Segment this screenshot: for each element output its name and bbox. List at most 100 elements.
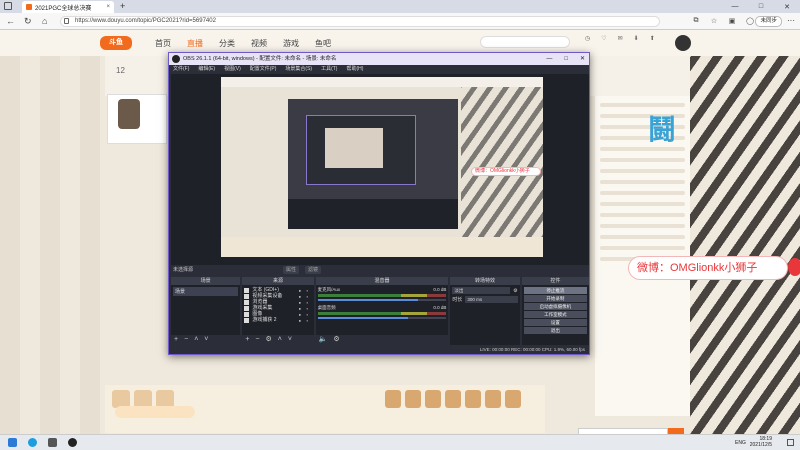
nav-video[interactable]: 视频 <box>251 38 267 49</box>
fan-badge[interactable] <box>115 406 195 418</box>
lock-icon[interactable]: ▪ <box>307 288 312 293</box>
back-arrow-icon[interactable]: ← <box>6 16 15 26</box>
language-indicator[interactable]: ENG <box>735 440 746 446</box>
site-search-input[interactable] <box>480 36 570 48</box>
message-icon[interactable]: ✉ <box>618 35 623 42</box>
left-background <box>0 56 105 434</box>
volume-slider[interactable] <box>317 299 447 301</box>
lock-icon[interactable]: ▪ <box>307 306 312 311</box>
tab-actions-icon[interactable] <box>4 2 12 10</box>
move-up-icon[interactable]: ˄ <box>194 335 198 345</box>
remove-icon[interactable]: − <box>255 335 259 345</box>
visibility-icon[interactable]: ● <box>299 318 304 323</box>
virtual-camera-button[interactable]: 启动虚拟摄像机 <box>523 303 587 310</box>
properties-button[interactable]: 属性 <box>283 266 300 274</box>
collections-icon[interactable]: ▣ <box>727 16 737 26</box>
add-icon[interactable]: + <box>174 335 178 345</box>
obs-maximize-button[interactable]: □ <box>564 53 568 65</box>
menu-help[interactable]: 帮助(H) <box>346 65 363 74</box>
gear-icon[interactable]: ⚙ <box>266 335 272 345</box>
gift-icon[interactable] <box>405 390 421 408</box>
nav-fishbar[interactable]: 鱼吧 <box>315 38 331 49</box>
visibility-icon[interactable]: ● <box>299 300 304 305</box>
gift-icon[interactable] <box>425 390 441 408</box>
studio-mode-button[interactable]: 工作室模式 <box>523 311 587 318</box>
clock[interactable]: 18:19 2021/12/5 <box>750 436 772 448</box>
explorer-icon[interactable] <box>48 438 57 447</box>
gift-icon[interactable] <box>385 390 401 408</box>
close-window-button[interactable]: ✕ <box>774 0 800 13</box>
menu-tools[interactable]: 工具(T) <box>321 65 337 74</box>
download-icon[interactable]: ⬇ <box>634 35 639 42</box>
home-icon[interactable]: ⌂ <box>42 16 47 26</box>
menu-scene-collection[interactable]: 场景集合(S) <box>285 65 312 74</box>
profile-icon[interactable]: ◯ <box>745 16 755 26</box>
menu-profile[interactable]: 配置文件(P) <box>250 65 277 74</box>
edge-icon[interactable] <box>28 438 37 447</box>
site-logo[interactable]: 斗鱼 <box>100 36 132 50</box>
move-down-icon[interactable]: ˅ <box>204 335 208 345</box>
gift-icon[interactable] <box>465 390 481 408</box>
host-card[interactable] <box>107 94 167 144</box>
lock-icon[interactable]: ▪ <box>307 318 312 323</box>
start-recording-button[interactable]: 开始录制 <box>523 295 587 302</box>
nav-live[interactable]: 直播 <box>187 38 203 49</box>
follow-icon[interactable]: ♡ <box>601 35 606 42</box>
gear-icon[interactable]: ⚙ <box>333 335 339 345</box>
menu-edit[interactable]: 编辑(E) <box>198 65 215 74</box>
lock-icon[interactable]: ▪ <box>307 294 312 299</box>
settings-button[interactable]: 设置 <box>523 319 587 326</box>
visibility-icon[interactable]: ● <box>299 306 304 311</box>
gift-icon[interactable] <box>445 390 461 408</box>
lock-icon[interactable]: ▪ <box>307 312 312 317</box>
obs-minimize-button[interactable]: — <box>546 53 552 65</box>
user-avatar[interactable] <box>675 35 691 51</box>
remove-icon[interactable]: − <box>184 335 188 345</box>
start-icon[interactable] <box>8 438 17 447</box>
obs-close-button[interactable]: ✕ <box>580 53 585 65</box>
upload-icon[interactable]: ⬆ <box>650 35 655 42</box>
stop-streaming-button[interactable]: 停止推流 <box>523 287 587 294</box>
browser-tab[interactable]: 2021PGC全球总决赛 × <box>22 1 114 13</box>
nav-games[interactable]: 游戏 <box>283 38 299 49</box>
sync-button[interactable]: 未同步 <box>755 16 782 27</box>
visibility-icon[interactable]: ● <box>299 312 304 317</box>
source-item[interactable]: 游戏捕获 2 ● ▪ <box>244 317 311 323</box>
menu-file[interactable]: 文件(F) <box>173 65 189 74</box>
obs-preview[interactable]: 微博：OMGlionkk小狮子 <box>171 74 589 265</box>
notification-icon[interactable] <box>787 439 794 446</box>
url-field[interactable]: https://www.douyu.com/topic/PGC2021?rid=… <box>60 16 660 27</box>
new-tab-button[interactable]: + <box>120 1 125 11</box>
history-icon[interactable]: ◷ <box>585 35 590 42</box>
visibility-icon[interactable]: ● <box>299 294 304 299</box>
nav-category[interactable]: 分类 <box>219 38 235 49</box>
lock-icon[interactable]: ▪ <box>307 300 312 305</box>
duration-input[interactable]: 300 ms <box>465 296 518 303</box>
filters-button[interactable]: 滤镜 <box>305 266 322 274</box>
transition-select[interactable]: 淡出 <box>452 287 511 294</box>
obs-taskbar-icon[interactable] <box>68 438 77 447</box>
maximize-button[interactable]: □ <box>748 0 774 13</box>
nav-home[interactable]: 首页 <box>155 38 171 49</box>
scene-item[interactable]: 场景 <box>173 287 239 296</box>
gift-icon[interactable] <box>505 390 521 408</box>
move-down-icon[interactable]: ˅ <box>288 335 292 345</box>
source-toolbar: 未选择源 属性 滤镜 <box>171 265 589 276</box>
speaker-icon[interactable]: 🔈 <box>319 335 328 345</box>
add-icon[interactable]: + <box>245 335 249 345</box>
minimize-button[interactable]: — <box>722 0 748 13</box>
extensions-icon[interactable]: ⧉ <box>691 16 701 26</box>
move-up-icon[interactable]: ˄ <box>278 335 282 345</box>
favorites-icon[interactable]: ☆ <box>709 16 719 26</box>
obs-title-text: OBS 26.1.1 (64-bit, windows) - 配置文件: 未命名… <box>183 56 337 62</box>
volume-slider[interactable] <box>317 317 447 319</box>
tab-close-icon[interactable]: × <box>106 4 110 10</box>
nested-obs-window <box>288 99 458 229</box>
visibility-icon[interactable]: ● <box>299 288 304 293</box>
gift-icon[interactable] <box>485 390 501 408</box>
refresh-icon[interactable]: ↻ <box>24 16 32 27</box>
exit-button[interactable]: 退出 <box>523 327 587 334</box>
gear-icon[interactable]: ⚙ <box>513 288 517 294</box>
more-menu-icon[interactable]: ··· <box>787 16 795 25</box>
menu-view[interactable]: 视图(V) <box>224 65 241 74</box>
